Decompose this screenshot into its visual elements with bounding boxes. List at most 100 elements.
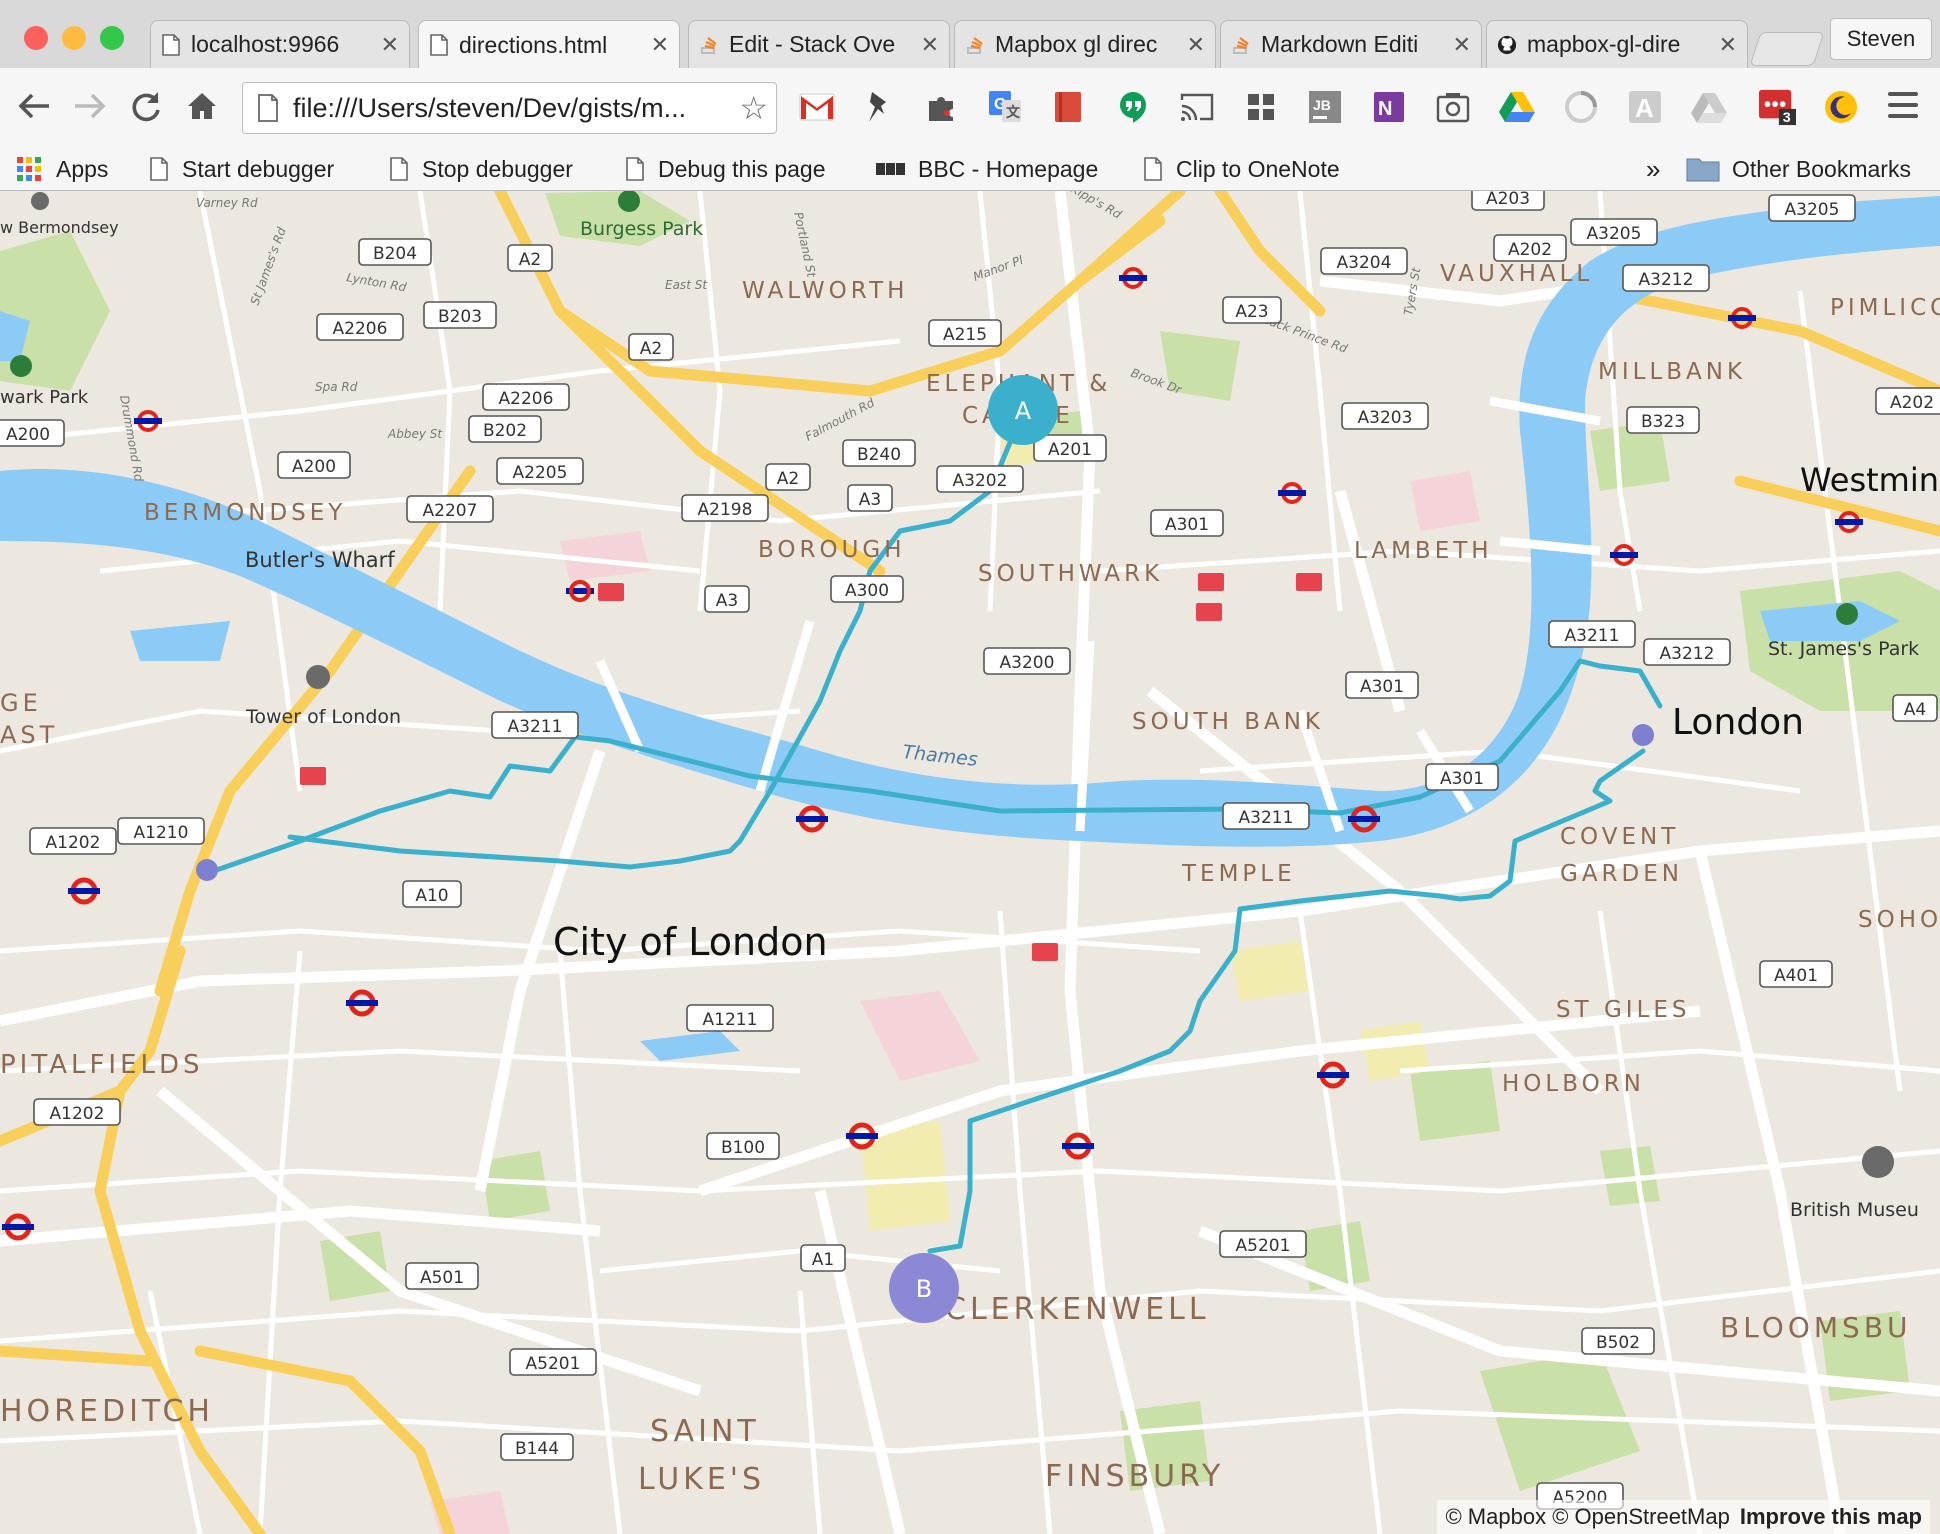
home-icon[interactable] [182, 86, 222, 126]
improve-map-link[interactable]: Improve this map [1740, 1504, 1922, 1530]
road-shield: A3 [704, 585, 750, 613]
label-london: London [1672, 702, 1804, 743]
road-shield: A3204 [1320, 247, 1408, 275]
stack-overflow-icon [967, 36, 983, 54]
waypoint-dot[interactable] [1632, 724, 1654, 746]
google-translate-icon[interactable]: G文 [986, 88, 1024, 126]
road-shield-label: A4 [1904, 700, 1926, 720]
map-attribution: © Mapbox © OpenStreetMap Improve this ma… [1437, 1500, 1930, 1534]
road-shield: A3211 [1222, 802, 1310, 830]
hangouts-icon[interactable] [1114, 88, 1152, 126]
screenshot-icon[interactable] [1434, 88, 1472, 126]
attribution-mapbox-link[interactable]: © Mapbox [1445, 1504, 1546, 1530]
svg-text:JB: JB [1313, 97, 1331, 113]
road-shield: A300 [830, 575, 904, 603]
map-svg[interactable]: WALWORTH VAUXHALL PIMLICO MILLBANK ELEPH… [0, 191, 1940, 1534]
bookmark-clip-to-onenote[interactable]: Clip to OneNote [1144, 148, 1340, 190]
label-shoreditch: HOREDITCH [0, 1394, 214, 1429]
minimize-window-button[interactable] [62, 26, 86, 50]
road-shield-label: A1202 [46, 833, 101, 853]
label-temple: TEMPLE [1181, 861, 1296, 887]
tab-title: Mapbox gl direc [995, 31, 1158, 57]
bookmark-apps[interactable]: Apps [16, 148, 108, 190]
grid-icon[interactable] [1242, 88, 1280, 126]
bookmark-start-debugger[interactable]: Start debugger [150, 148, 334, 190]
shape-icon[interactable] [1690, 88, 1728, 126]
label-ge: GE [0, 689, 42, 717]
tab-title: Edit - Stack Ove [729, 31, 896, 57]
tab-github-mapbox-gl-directions[interactable]: mapbox-gl-dire ✕ [1486, 20, 1748, 68]
reload-icon[interactable] [126, 86, 166, 126]
bookmark-debug-this-page[interactable]: Debug this page [626, 148, 826, 190]
moon-icon[interactable] [1822, 88, 1860, 126]
road-shield-label: A202 [1890, 393, 1934, 413]
other-bookmarks[interactable]: Other Bookmarks [1686, 148, 1911, 190]
new-tab-button[interactable] [1749, 32, 1825, 66]
bookmark-star-icon[interactable]: ☆ [739, 89, 768, 127]
label-bloomsbury: BLOOMSBU [1720, 1311, 1912, 1344]
attribution-osm-link[interactable]: © OpenStreetMap [1552, 1504, 1730, 1530]
cast-icon[interactable] [1178, 88, 1216, 126]
label-vauxhall: VAUXHALL [1440, 261, 1593, 287]
street-label: Abbey St [387, 427, 443, 441]
label-covent-garden-1: COVENT [1560, 824, 1679, 850]
forward-icon[interactable] [70, 86, 110, 126]
tab-localhost[interactable]: localhost:9966 ✕ [150, 20, 410, 68]
font-icon[interactable]: A [1626, 88, 1664, 126]
bookmark-label: Debug this page [658, 155, 826, 182]
close-tab-icon[interactable]: ✕ [1719, 32, 1737, 58]
waypoint-dot[interactable] [196, 859, 218, 881]
profile-button[interactable]: Steven [1830, 18, 1932, 60]
road-shield: A215 [928, 319, 1002, 347]
extension-badge: 3 [1783, 110, 1791, 126]
pin-icon[interactable] [860, 88, 898, 126]
back-icon[interactable] [14, 86, 54, 126]
bookmark-stop-debugger[interactable]: Stop debugger [390, 148, 573, 190]
road-shield: A2207 [406, 495, 494, 523]
drive-icon[interactable] [1498, 88, 1536, 126]
road-shield-label: A3211 [1565, 626, 1620, 646]
road-shield: B202 [468, 415, 542, 443]
zoom-window-button[interactable] [100, 26, 124, 50]
label-south-bank: SOUTH BANK [1132, 709, 1324, 735]
gmail-icon[interactable] [798, 88, 836, 126]
road-shield: A3 [847, 484, 893, 512]
close-window-button[interactable] [24, 26, 48, 50]
page-icon [258, 94, 278, 122]
marker-label: B [916, 1275, 932, 1303]
bookmark-bbc-homepage[interactable]: BBC - Homepage [876, 148, 1098, 190]
close-tab-icon[interactable]: ✕ [1187, 32, 1205, 58]
menu-icon[interactable] [1888, 92, 1918, 120]
close-tab-icon[interactable]: ✕ [381, 32, 399, 58]
destination-marker-b[interactable]: B [889, 1253, 959, 1323]
road-shield-label: A1202 [50, 1104, 105, 1124]
puzzle-icon[interactable] [922, 88, 960, 126]
road-shield: A10 [402, 880, 462, 908]
bookmarks-overflow-button[interactable]: » [1646, 148, 1660, 190]
book-icon[interactable] [1050, 88, 1088, 126]
page-icon [150, 157, 168, 181]
road-shield-label: A2205 [513, 463, 568, 483]
map-canvas[interactable]: WALWORTH VAUXHALL PIMLICO MILLBANK ELEPH… [0, 191, 1940, 1534]
close-tab-icon[interactable]: ✕ [651, 32, 669, 58]
dots-icon[interactable]: 3 [1758, 88, 1796, 126]
tab-markdown-editing[interactable]: Markdown Editi ✕ [1220, 20, 1482, 68]
label-wark-park: wark Park [0, 387, 89, 408]
street-label: Varney Rd [196, 196, 258, 210]
jb-icon[interactable]: JB [1306, 88, 1344, 126]
circle-icon[interactable] [1562, 88, 1600, 126]
page-icon [626, 157, 644, 181]
tab-directions[interactable]: directions.html ✕ [418, 20, 680, 69]
origin-marker-a[interactable]: A [988, 375, 1058, 445]
close-tab-icon[interactable]: ✕ [921, 32, 939, 58]
road-shield: A401 [1759, 960, 1833, 988]
road-shield-label: A5201 [1236, 1236, 1291, 1256]
close-tab-icon[interactable]: ✕ [1453, 32, 1471, 58]
address-bar[interactable]: file:///Users/steven/Dev/gists/m... ☆ [242, 82, 777, 134]
tab-stack-overflow-edit[interactable]: Edit - Stack Ove ✕ [688, 20, 950, 68]
onenote-icon[interactable]: N [1370, 88, 1408, 126]
label-butlers-wharf: Butler's Wharf [245, 548, 395, 572]
road-shield-label: A301 [1165, 515, 1209, 535]
road-shield-label: A3202 [953, 471, 1008, 491]
tab-mapbox-gl-directions[interactable]: Mapbox gl direc ✕ [954, 20, 1216, 68]
